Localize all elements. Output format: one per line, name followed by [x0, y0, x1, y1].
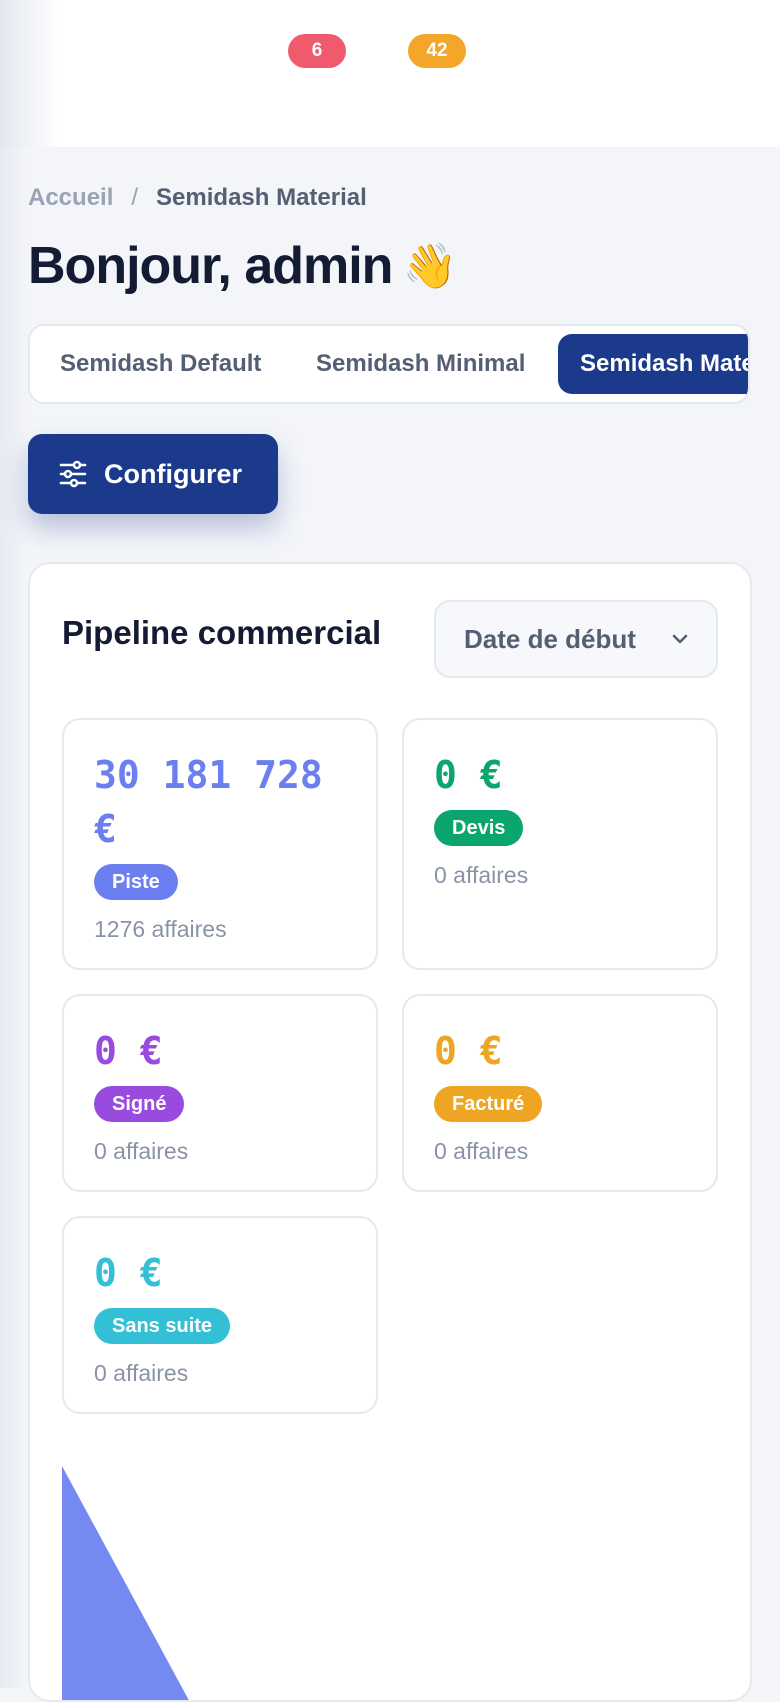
- tab-semidash-minimal[interactable]: Semidash Minimal: [316, 334, 525, 394]
- breadcrumb-separator: /: [131, 184, 139, 211]
- stage-value: 0 €: [434, 753, 503, 797]
- pipeline-title: Pipeline commercial: [62, 614, 382, 651]
- dashboard-tabs: Semidash Default Semidash Minimal Semida…: [28, 324, 750, 404]
- greeting-text: Bonjour, admin: [28, 237, 393, 295]
- stage-badge: Devis: [434, 810, 524, 846]
- breadcrumb-home[interactable]: Accueil: [28, 184, 113, 212]
- stage-card-sans-suite[interactable]: 0 € Sans suite 0 affaires: [62, 1216, 378, 1414]
- configure-label: Configurer: [104, 458, 242, 489]
- top-bar: 6 42: [0, 0, 780, 147]
- pipeline-card: Pipeline commercial Date de début 30 181…: [28, 562, 752, 1702]
- stage-card-signe[interactable]: 0 € Signé 0 affaires: [62, 994, 378, 1192]
- stage-value: 30 181 728 €: [94, 753, 323, 851]
- configure-button[interactable]: Configurer: [28, 434, 278, 514]
- top-bar-shade: [0, 0, 60, 147]
- date-filter-label: Date de début: [464, 623, 636, 654]
- stage-card-piste[interactable]: 30 181 728 € Piste 1276 affaires: [62, 718, 378, 970]
- stage-count: 0 affaires: [434, 1138, 529, 1164]
- notification-badge[interactable]: 6: [288, 34, 346, 68]
- stage-count: 0 affaires: [434, 862, 529, 888]
- stage-count: 1276 affaires: [94, 916, 227, 942]
- chart-slice-shape: [62, 1466, 189, 1700]
- chevron-down-icon: [672, 634, 688, 644]
- stage-badge: Sans suite: [94, 1308, 231, 1344]
- page-title: Bonjour, admin 👋: [28, 236, 457, 296]
- stage-badge: Facturé: [434, 1086, 543, 1122]
- stage-value: 0 €: [94, 1251, 163, 1295]
- date-filter-select[interactable]: Date de début: [434, 600, 718, 678]
- stage-count: 0 affaires: [94, 1138, 189, 1164]
- tab-semidash-material[interactable]: Semidash Material: [558, 334, 748, 394]
- breadcrumb: Accueil / Semidash Material: [28, 184, 367, 212]
- sidebar-edge: [0, 147, 28, 1688]
- stage-value: 0 €: [434, 1029, 503, 1073]
- stage-card-facture[interactable]: 0 € Facturé 0 affaires: [402, 994, 718, 1192]
- sliders-icon: [59, 460, 87, 488]
- stage-badge: Piste: [94, 864, 178, 900]
- stage-value: 0 €: [94, 1029, 163, 1073]
- pipeline-chart-slice: [62, 1466, 189, 1700]
- message-badge[interactable]: 42: [408, 34, 466, 68]
- stage-count: 0 affaires: [94, 1360, 189, 1386]
- tab-semidash-default[interactable]: Semidash Default: [60, 334, 261, 394]
- breadcrumb-current: Semidash Material: [156, 184, 367, 211]
- waving-hand-icon: 👋: [402, 242, 457, 291]
- stage-badge: Signé: [94, 1086, 185, 1122]
- stage-card-devis[interactable]: 0 € Devis 0 affaires: [402, 718, 718, 970]
